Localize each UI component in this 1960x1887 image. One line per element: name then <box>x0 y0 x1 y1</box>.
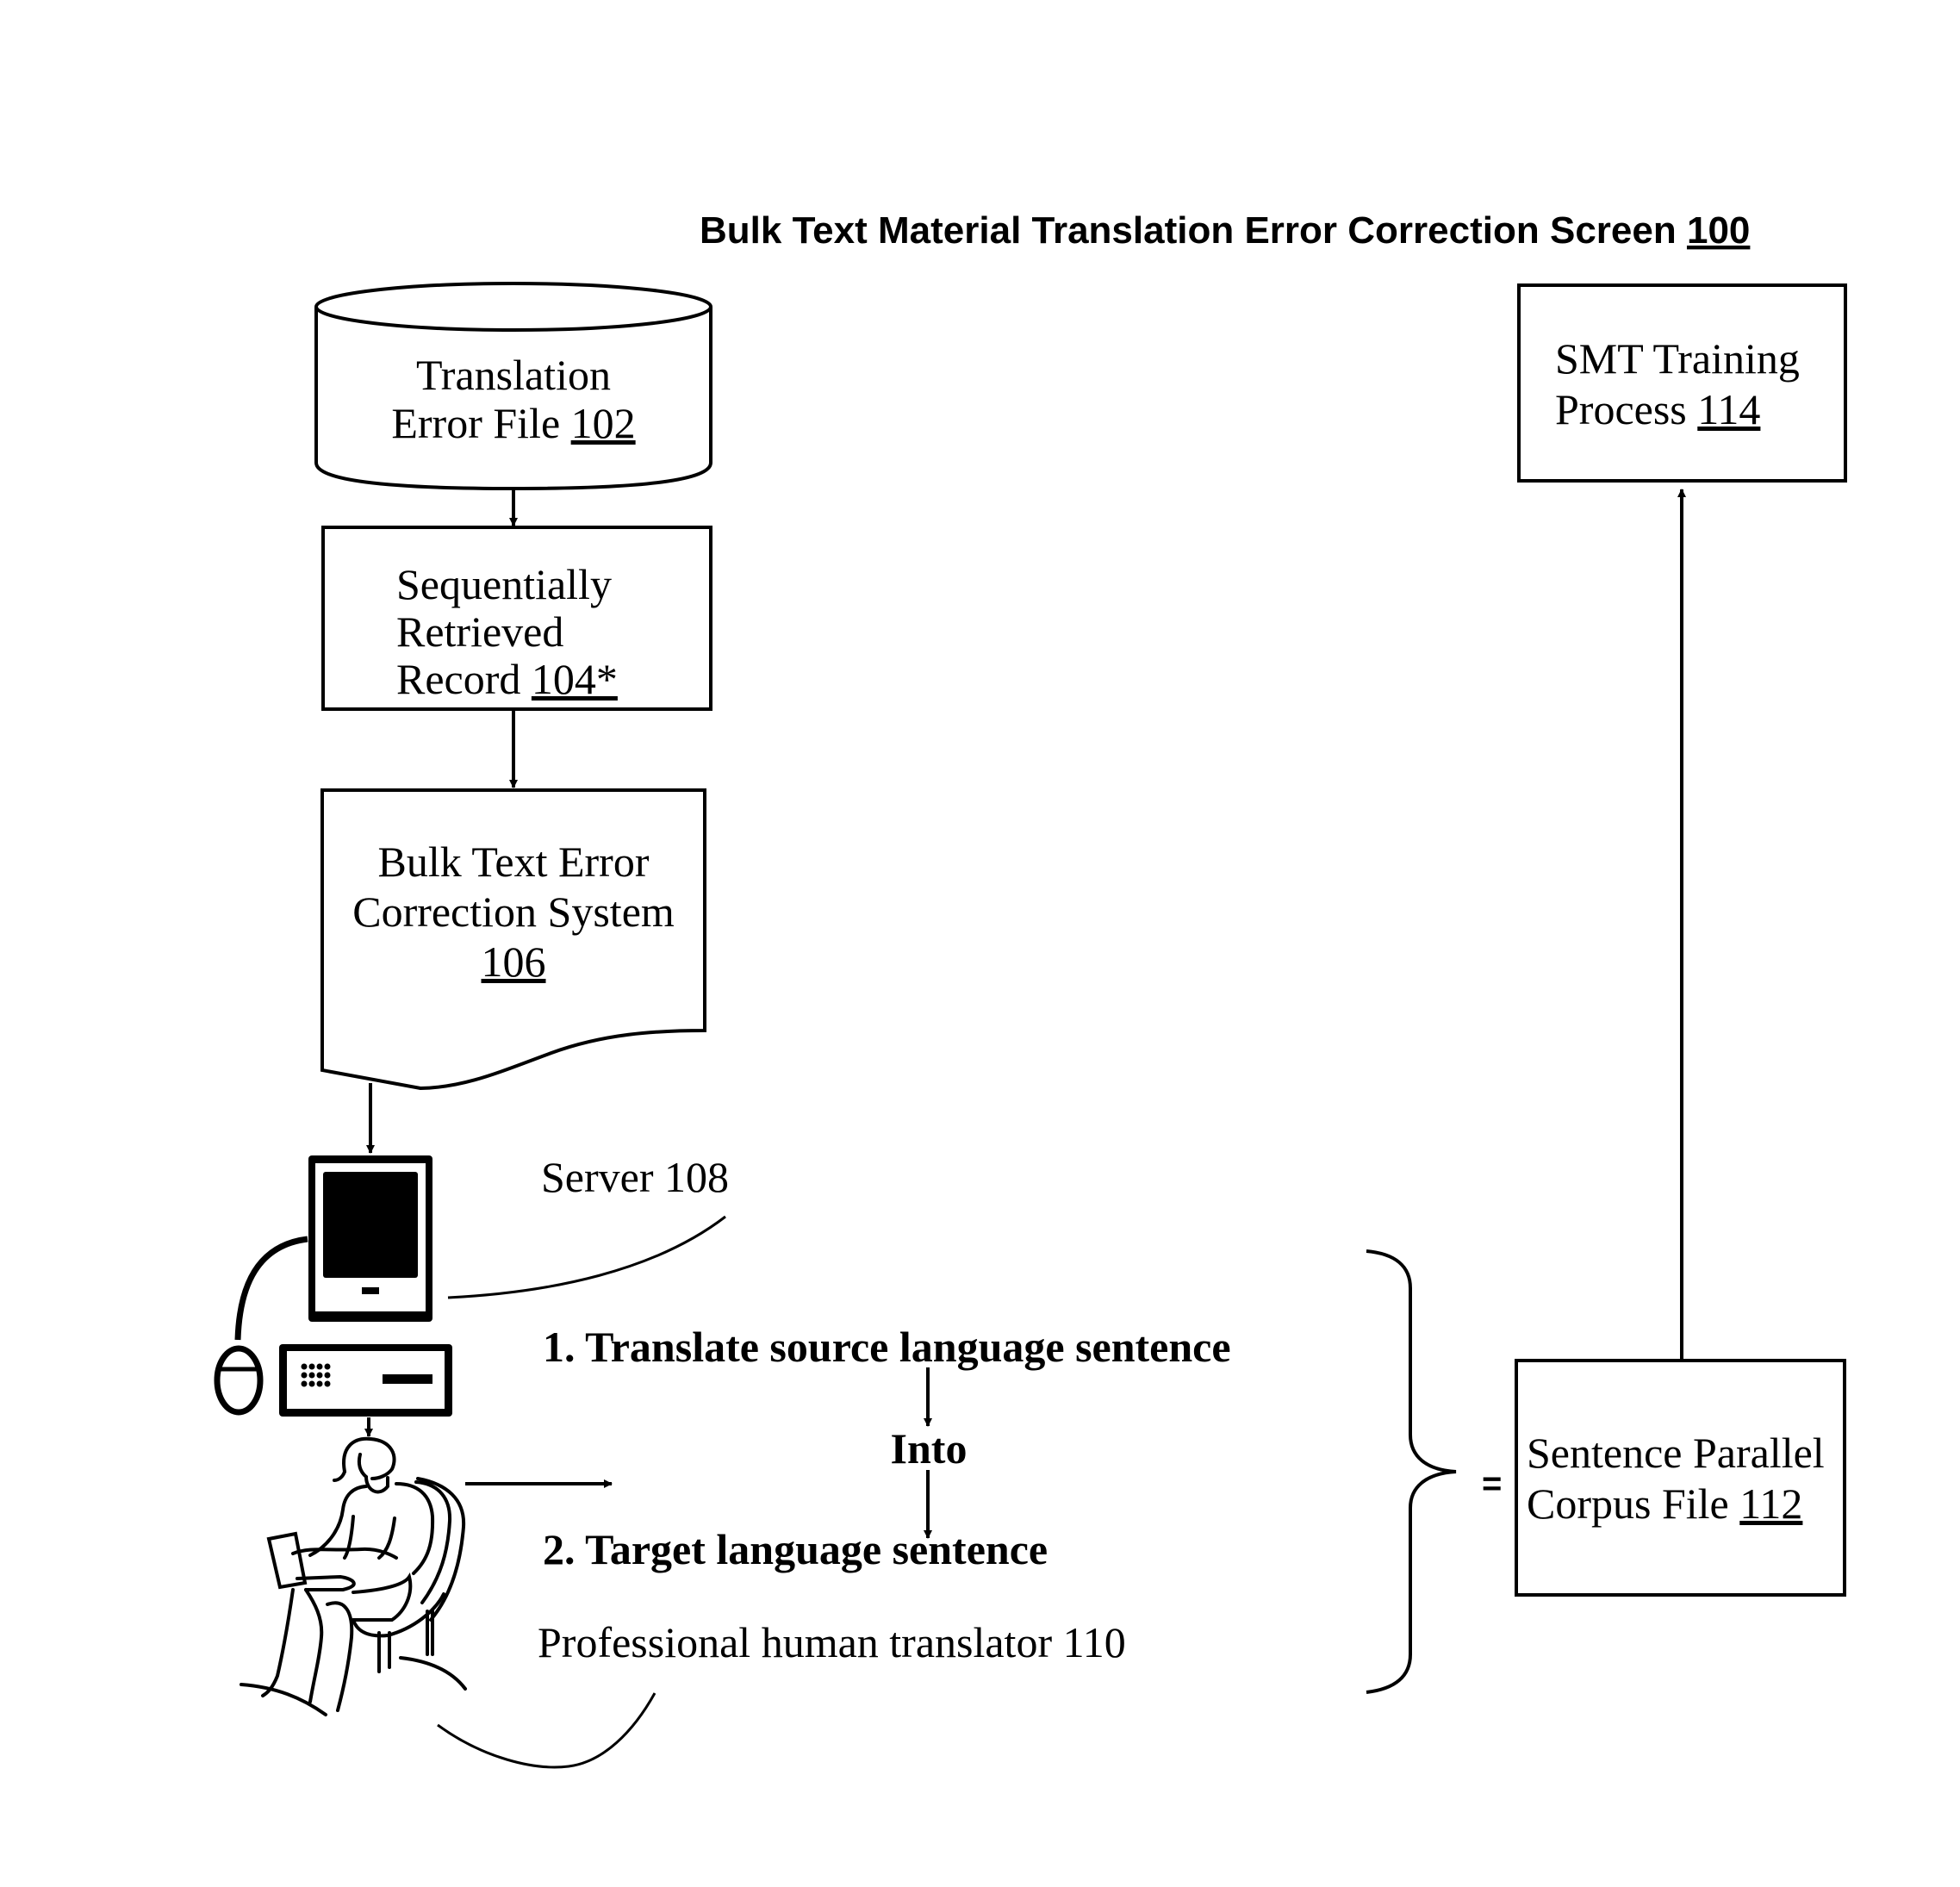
system-line-2: Correction System <box>352 887 675 936</box>
drive-slot <box>383 1374 432 1384</box>
corpus-ref: 112 <box>1739 1479 1802 1528</box>
record-line-2: Retrieved <box>396 607 563 656</box>
translator-leader-line <box>437 1692 656 1769</box>
system-line-1: Bulk Text Error <box>378 838 650 886</box>
translator-label: Professional human translator 110 <box>538 1618 1126 1666</box>
step-2-text: 2. Target language sentence <box>543 1525 1048 1573</box>
system-ref: 106 <box>482 937 546 986</box>
sentence-parallel-corpus-file-node: Sentence Parallel Corpus File 112 <box>1515 1359 1846 1597</box>
mouse-body <box>214 1345 264 1416</box>
mouse-cable <box>234 1236 308 1341</box>
record-line-3: Record 104* <box>396 655 618 703</box>
smt-training-process-node: SMT Training Process 114 <box>1517 283 1847 483</box>
corpus-line-1: Sentence Parallel <box>1527 1429 1825 1477</box>
smt-line-2: Process 114 <box>1555 385 1760 433</box>
record-ref: 104* <box>532 655 618 703</box>
corpus-line-2: Corpus File 112 <box>1527 1479 1802 1528</box>
step-1-text: 1. Translate source language sentence <box>543 1323 1231 1371</box>
equals-sign: = <box>1482 1465 1502 1503</box>
figure-title-text: Bulk Text Material Translation Error Cor… <box>700 209 1677 252</box>
server-label: Server 108 <box>541 1153 729 1201</box>
monitor-screen <box>323 1172 418 1278</box>
smt-ref: 114 <box>1697 385 1760 433</box>
error-file-ref: 102 <box>571 399 636 447</box>
corpus-label: Corpus File <box>1527 1479 1729 1528</box>
record-line-1: Sequentially <box>396 560 612 608</box>
computer-icon <box>214 1155 452 1417</box>
translation-error-file-node: Translation Error File 102 <box>314 282 712 491</box>
cylinder-top <box>314 282 712 332</box>
person-at-laptop-icon <box>240 1436 467 1716</box>
smt-box <box>1517 283 1847 483</box>
diagram-canvas: Bulk Text Material Translation Error Cor… <box>214 209 1847 1769</box>
sequentially-retrieved-record-node: Sequentially Retrieved Record 104* <box>321 526 712 711</box>
server-leader-line <box>447 1215 726 1299</box>
figure-title: Bulk Text Material Translation Error Cor… <box>700 209 1750 252</box>
error-file-label: Error File <box>391 399 560 447</box>
bulk-text-error-correction-system-node: Bulk Text Error Correction System 106 <box>320 788 706 1091</box>
record-label: Record <box>396 655 520 703</box>
smt-line-1: SMT Training <box>1555 334 1800 383</box>
into-text: Into <box>891 1424 968 1473</box>
corpus-box <box>1515 1359 1846 1597</box>
grouping-brace <box>1366 1249 1457 1694</box>
error-file-line-2: Error File 102 <box>391 399 635 447</box>
figure-title-ref: 100 <box>1687 209 1750 252</box>
error-file-line-1: Translation <box>416 351 611 399</box>
smt-label: Process <box>1555 385 1687 433</box>
